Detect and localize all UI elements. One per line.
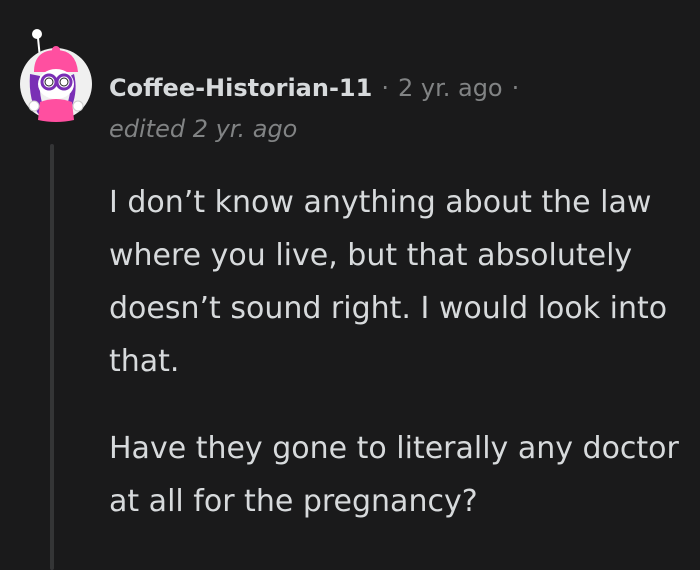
- author-username[interactable]: Coffee-Historian-11: [109, 74, 372, 102]
- avatar[interactable]: [18, 24, 94, 124]
- comment: Coffee-Historian-11 · 2 yr. ago · edited…: [0, 0, 700, 570]
- comment-paragraph: I don’t know anything about the law wher…: [109, 185, 668, 379]
- comment-age[interactable]: 2 yr. ago: [398, 74, 503, 102]
- snoo-avatar-icon: [20, 29, 92, 122]
- edited-label: edited 2 yr. ago: [109, 115, 298, 143]
- thread-line[interactable]: [50, 144, 54, 570]
- comment-body: I don’t know anything about the law wher…: [109, 176, 689, 562]
- comment-paragraph: Have they gone to literally any doctor a…: [109, 431, 679, 519]
- meta-separator: ·: [511, 74, 520, 102]
- comment-meta: Coffee-Historian-11 · 2 yr. ago ·: [109, 66, 528, 110]
- meta-separator: ·: [381, 74, 389, 102]
